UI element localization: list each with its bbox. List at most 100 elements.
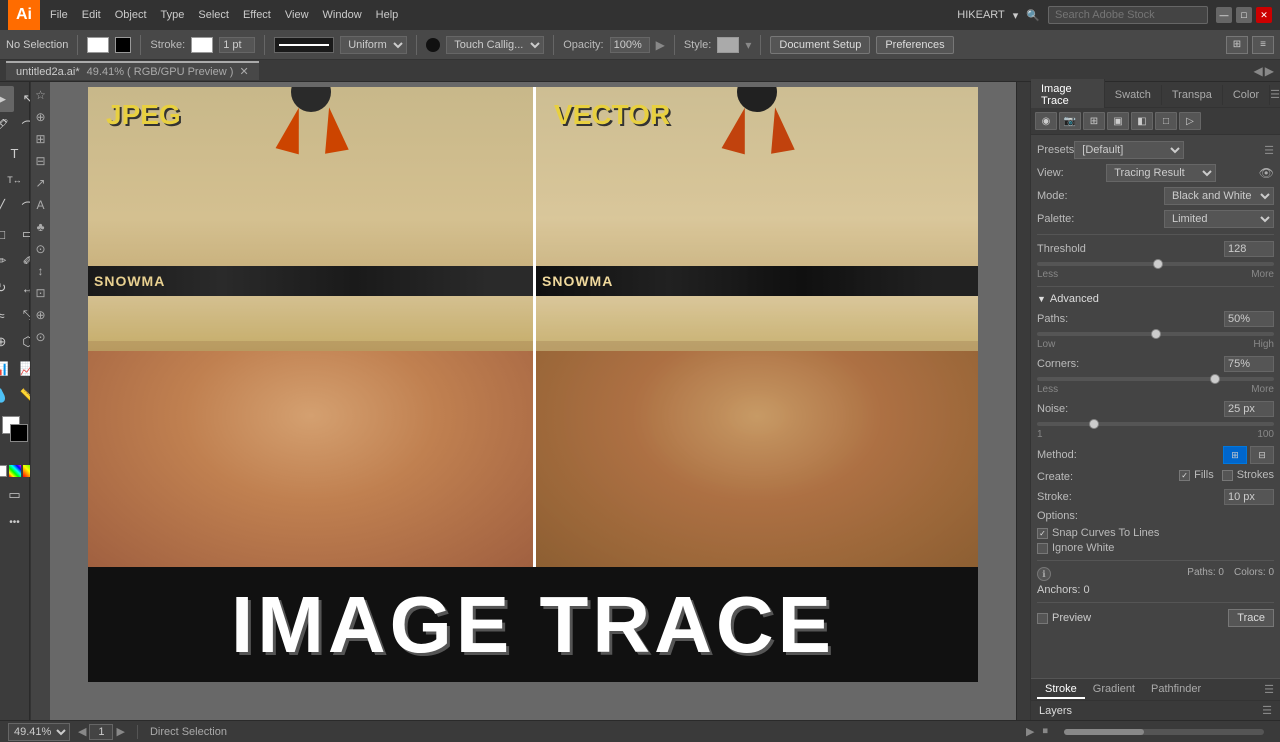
panel-icon-10[interactable]: ⊡ xyxy=(32,284,50,302)
shape-builder-tool[interactable]: ⊕ xyxy=(0,329,14,355)
warp-tool[interactable]: ≈ xyxy=(0,302,14,328)
rotate-tool[interactable]: ↻ xyxy=(0,275,14,301)
maximize-button[interactable]: □ xyxy=(1236,7,1252,23)
column-graph-tool[interactable]: 📊 xyxy=(0,356,14,382)
tab-swatch[interactable]: Swatch xyxy=(1105,85,1162,105)
brush-selector[interactable]: Touch Callig... xyxy=(446,36,544,54)
threshold-input[interactable] xyxy=(1224,241,1274,257)
strokes-checkbox[interactable] xyxy=(1222,470,1233,481)
canvas-area[interactable]: SNOWMA JPEG xyxy=(50,82,1016,720)
tab-gradient[interactable]: Gradient xyxy=(1085,681,1143,699)
page-input[interactable] xyxy=(89,724,113,740)
panel-icon-5[interactable]: ↗ xyxy=(32,174,50,192)
background-color[interactable] xyxy=(10,424,28,442)
paintbrush-tool[interactable]: ✏ xyxy=(0,248,14,274)
advanced-section[interactable]: ▼ Advanced xyxy=(1037,293,1274,305)
paths-track[interactable] xyxy=(1037,332,1274,336)
document-setup-button[interactable]: Document Setup xyxy=(770,36,870,54)
noise-input[interactable] xyxy=(1224,401,1274,417)
preview-checkbox[interactable] xyxy=(1037,613,1048,624)
stroke-width-input[interactable] xyxy=(219,37,255,53)
method-btn-1[interactable]: ⊞ xyxy=(1223,446,1247,464)
fills-checkbox[interactable]: ✓ xyxy=(1179,470,1190,481)
view-select[interactable]: Tracing Result xyxy=(1106,164,1216,182)
outline-icon[interactable]: □ xyxy=(1155,112,1177,130)
noise-track[interactable] xyxy=(1037,422,1274,426)
stock-search-input[interactable] xyxy=(1048,6,1208,24)
menu-object[interactable]: Object xyxy=(115,9,147,21)
bw-icon[interactable]: ◧ xyxy=(1131,112,1153,130)
paths-input[interactable] xyxy=(1224,311,1274,327)
menu-help[interactable]: Help xyxy=(376,9,399,21)
fill-swatch[interactable] xyxy=(87,37,109,53)
threshold-track[interactable] xyxy=(1037,262,1274,266)
mode-select[interactable]: Black and White xyxy=(1164,187,1274,205)
pen-tool[interactable]: 🖊 xyxy=(0,113,14,139)
menu-file[interactable]: File xyxy=(50,9,68,21)
panel-icon-12[interactable]: ⊙ xyxy=(32,328,50,346)
menu-window[interactable]: Window xyxy=(323,9,362,21)
low-color-icon[interactable]: ⊞ xyxy=(1083,112,1105,130)
method-btn-2[interactable]: ⊟ xyxy=(1250,446,1274,464)
rectangle-tool[interactable]: □ xyxy=(0,221,14,247)
layers-options-icon[interactable]: ☰ xyxy=(1262,704,1272,717)
none-icon[interactable] xyxy=(0,465,7,477)
trace-button[interactable]: Trace xyxy=(1228,609,1274,627)
corners-input[interactable] xyxy=(1224,356,1274,372)
stroke-type-selector[interactable] xyxy=(274,37,334,53)
align-icon[interactable]: ≡ xyxy=(1252,36,1274,54)
grayscale-icon[interactable]: ▣ xyxy=(1107,112,1129,130)
tab-pathfinder[interactable]: Pathfinder xyxy=(1143,681,1209,699)
layers-tab[interactable]: Layers xyxy=(1039,705,1072,717)
tab-stroke[interactable]: Stroke xyxy=(1037,681,1085,699)
next-page-icon[interactable]: ▶ xyxy=(116,725,124,738)
menu-effect[interactable]: Effect xyxy=(243,9,271,21)
panel-icon-4[interactable]: ⊟ xyxy=(32,152,50,170)
close-button[interactable]: ✕ xyxy=(1256,7,1272,23)
menu-type[interactable]: Type xyxy=(161,9,185,21)
panel-icon-1[interactable]: ☆ xyxy=(32,86,50,104)
tab-color[interactable]: Color xyxy=(1223,85,1270,105)
style-swatch[interactable] xyxy=(717,37,739,53)
more-tools[interactable]: ••• xyxy=(2,509,28,535)
view-eye-icon[interactable]: 👁 xyxy=(1259,166,1274,180)
snap-curves-checkbox[interactable]: ✓ xyxy=(1037,528,1048,539)
scroll-bar[interactable] xyxy=(1064,729,1264,735)
presets-gear-icon[interactable]: ☰ xyxy=(1264,144,1274,157)
arrange-icon[interactable]: ⊞ xyxy=(1226,36,1248,54)
stroke-type-dropdown[interactable]: Uniform xyxy=(340,36,407,54)
eyedropper-tool[interactable]: 💧 xyxy=(0,383,14,409)
panel-icon-7[interactable]: ♣ xyxy=(32,218,50,236)
panel-icon-11[interactable]: ⊕ xyxy=(32,306,50,324)
active-document-tab[interactable]: untitled2a.ai* 49.41% ( RGB/GPU Preview … xyxy=(6,61,259,80)
opacity-input[interactable] xyxy=(610,37,650,53)
panel-options-icon[interactable]: ☰ xyxy=(1270,88,1280,101)
line-tool[interactable]: ╱ xyxy=(0,194,14,220)
panel-icon-9[interactable]: ↕ xyxy=(32,262,50,280)
menu-edit[interactable]: Edit xyxy=(82,9,101,21)
play-icon[interactable]: ▶ xyxy=(1026,725,1034,738)
touch-type-tool[interactable]: T↔ xyxy=(2,167,28,193)
panel-options-btn[interactable]: ☰ xyxy=(1264,683,1274,696)
prev-page-icon[interactable]: ◀ xyxy=(78,725,86,738)
panel-icon-6[interactable]: A xyxy=(32,196,50,214)
artboard-tool[interactable]: ▭ xyxy=(2,482,28,508)
menu-view[interactable]: View xyxy=(285,9,309,21)
panel-icon-3[interactable]: ⊞ xyxy=(32,130,50,148)
menu-select[interactable]: Select xyxy=(198,9,229,21)
stroke-width-input[interactable] xyxy=(1224,489,1274,505)
stop-icon[interactable]: ⏹ xyxy=(1043,725,1049,738)
corners-track[interactable] xyxy=(1037,377,1274,381)
preferences-button[interactable]: Preferences xyxy=(876,36,953,54)
presets-select[interactable]: [Default] xyxy=(1074,141,1184,159)
panel-icon-2[interactable]: ⊕ xyxy=(32,108,50,126)
selection-tool[interactable]: ▶ xyxy=(0,86,14,112)
type-tool[interactable]: T xyxy=(2,140,28,166)
color-icon[interactable] xyxy=(9,465,21,477)
high-color-icon[interactable]: 📷 xyxy=(1059,112,1081,130)
palette-select[interactable]: Limited xyxy=(1164,210,1274,228)
noise-thumb[interactable] xyxy=(1089,419,1099,429)
ignore-white-checkbox[interactable] xyxy=(1037,543,1048,554)
canvas-vertical-scrollbar[interactable] xyxy=(1016,82,1030,720)
close-tab-icon[interactable]: ✕ xyxy=(239,65,248,78)
